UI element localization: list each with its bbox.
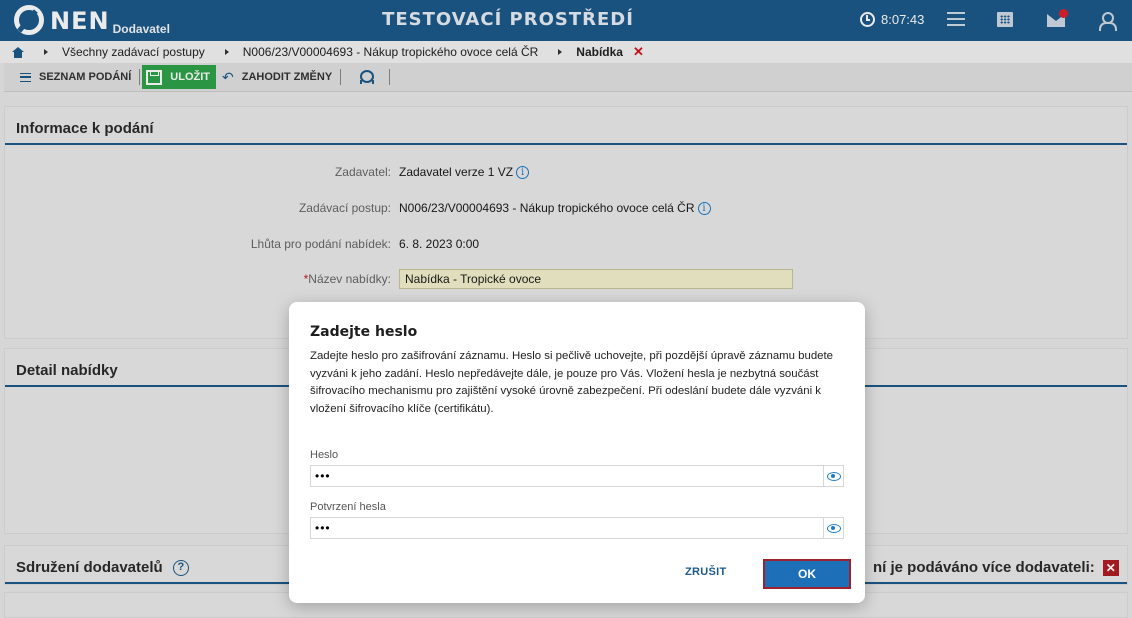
confirm-password-field bbox=[310, 517, 844, 539]
cancel-button[interactable]: ZRUŠIT bbox=[685, 566, 727, 578]
dialog-title: Zadejte heslo bbox=[310, 324, 418, 340]
confirm-password-input[interactable] bbox=[311, 518, 823, 538]
show-password-button[interactable] bbox=[823, 466, 843, 486]
dialog-description: Zadejte heslo pro zašifrování záznamu. H… bbox=[310, 350, 833, 415]
password-label: Heslo bbox=[310, 449, 339, 461]
ok-button[interactable]: OK bbox=[763, 559, 851, 589]
password-input[interactable] bbox=[311, 466, 823, 486]
show-confirm-password-button[interactable] bbox=[823, 518, 843, 538]
eye-icon bbox=[826, 523, 841, 533]
confirm-password-label: Potvrzení hesla bbox=[310, 501, 386, 513]
password-dialog: Zadejte heslo Zadejte heslo pro zašifrov… bbox=[289, 302, 865, 603]
password-field bbox=[310, 465, 844, 487]
eye-icon bbox=[826, 471, 841, 481]
